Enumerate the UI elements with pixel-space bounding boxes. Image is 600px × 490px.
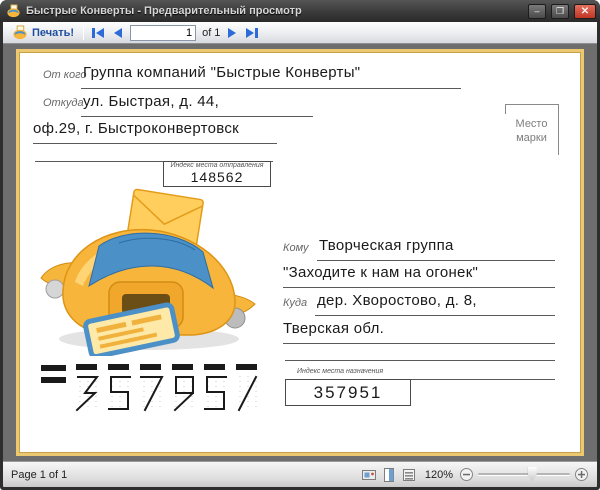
page-number-input[interactable] [130, 24, 197, 41]
dest-index-topline [285, 360, 555, 361]
stamp-label-line2: марки [516, 132, 547, 144]
to-where-value: дер. Хворостово, д. 8, [317, 292, 477, 309]
from-label: От кого [43, 69, 87, 81]
single-page-view-icon[interactable] [381, 467, 397, 483]
zoom-slider-thumb[interactable] [527, 467, 537, 481]
first-page-button[interactable] [90, 26, 106, 40]
from-where-underline [81, 116, 313, 117]
to-label: Кому [283, 242, 309, 254]
page-info: Page 1 of 1 [11, 468, 68, 481]
last-page-icon [246, 27, 255, 38]
to-underline2 [283, 287, 555, 288]
dest-index-value: 357951 [313, 383, 383, 402]
minimize-button[interactable]: – [528, 3, 546, 19]
zoom-out-button[interactable] [459, 467, 474, 482]
stamp-label-line1: Место [515, 118, 548, 130]
next-page-button[interactable] [226, 26, 238, 40]
zoom-slider-track[interactable] [478, 467, 570, 481]
next-page-icon [228, 27, 237, 38]
from-where-value2: оф.29, г. Быстроконвертовск [33, 120, 240, 137]
toolbar: Печать! of 1 [3, 22, 597, 44]
app-printer-icon [6, 4, 21, 18]
page-count-label: of 1 [202, 26, 221, 39]
stamp-place-box: Место марки [505, 104, 559, 155]
close-button[interactable]: ✕ [574, 3, 596, 19]
printer-illustration [35, 186, 263, 361]
from-where-underline2 [33, 143, 277, 144]
print-button-label: Печать! [32, 26, 75, 39]
print-button[interactable]: Печать! [9, 24, 77, 41]
to-where-underline2 [283, 343, 555, 344]
fit-page-icon[interactable] [361, 467, 377, 483]
origin-index-box: Индекс места отправления 148562 [163, 161, 271, 187]
toolbar-separator [83, 25, 85, 40]
to-where-label: Куда [283, 297, 308, 309]
last-page-button[interactable] [244, 26, 260, 40]
zoom-level: 120% [424, 468, 453, 481]
envelope-page: От кого Группа компаний "Быстрые Конверт… [16, 49, 584, 456]
preview-area: От кого Группа компаний "Быстрые Конверт… [3, 44, 597, 461]
to-value2: "Заходите к нам на огонек" [283, 264, 479, 281]
zoom-slider [459, 467, 589, 482]
previous-page-button[interactable] [112, 26, 124, 40]
printer-icon [12, 25, 28, 40]
dest-index-label: Индекс места назначения [297, 368, 384, 375]
to-value: Творческая группа [319, 237, 454, 254]
previous-page-icon [114, 27, 123, 38]
from-underline [81, 88, 461, 89]
from-where-label: Откуда [43, 97, 84, 109]
multi-page-view-icon[interactable] [401, 467, 417, 483]
to-where-underline [315, 315, 555, 316]
from-value: Группа компаний "Быстрые Конверты" [83, 64, 361, 81]
window-title: Быстрые Конверты - Предварительный просм… [26, 5, 302, 17]
app-window: Быстрые Конверты - Предварительный просм… [0, 0, 600, 490]
maximize-button[interactable]: ❐ [551, 3, 569, 19]
origin-index-label: Индекс места отправления [170, 162, 264, 169]
origin-index-value: 148562 [190, 169, 244, 185]
status-bar: Page 1 of 1 120% [3, 461, 597, 487]
from-where-value: ул. Быстрая, д. 44, [83, 93, 220, 110]
postal-code-stencil [41, 364, 263, 414]
first-page-icon [92, 27, 96, 38]
window-body: Печать! of 1 От кого [3, 22, 597, 487]
zoom-in-button[interactable] [574, 467, 589, 482]
to-where-value2: Тверская обл. [283, 320, 385, 337]
to-underline [317, 260, 555, 261]
title-bar: Быстрые Конверты - Предварительный просм… [0, 0, 600, 22]
dest-index-box: 357951 [285, 379, 411, 406]
